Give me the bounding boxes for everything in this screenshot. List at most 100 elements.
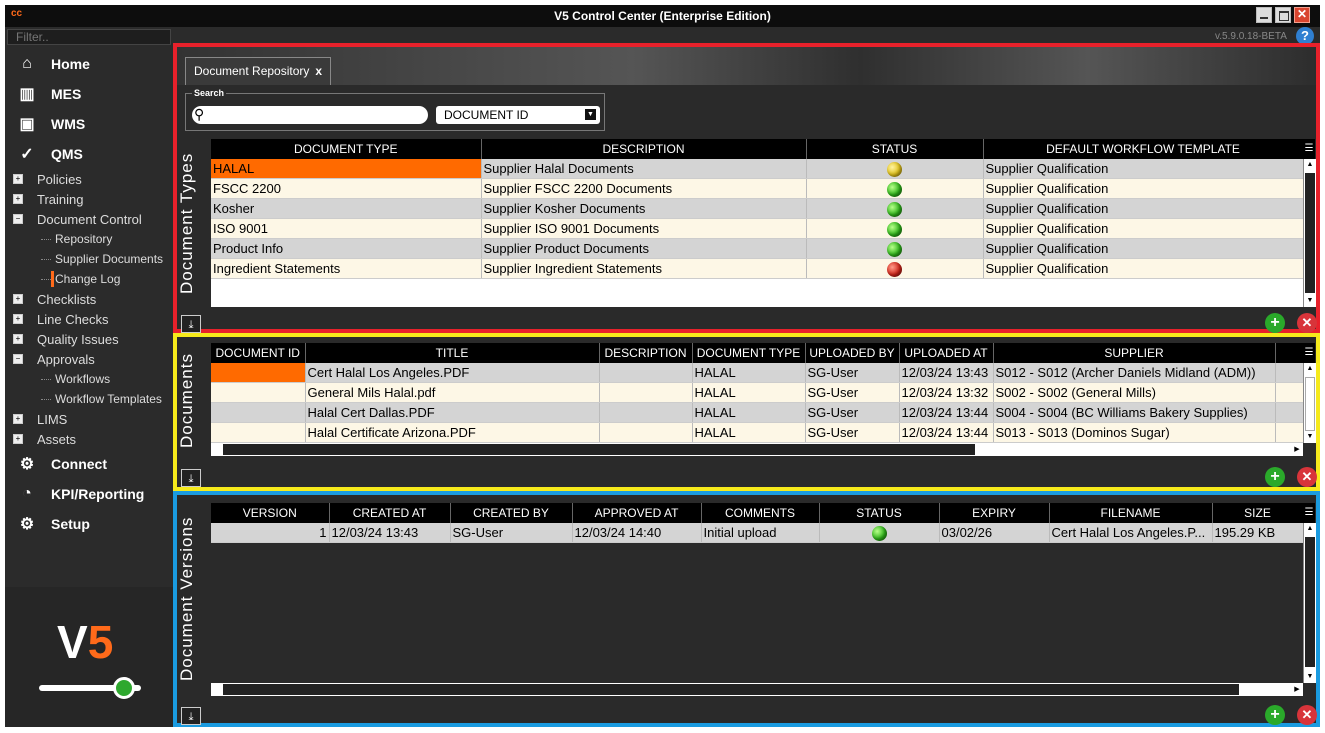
uploaded-at-cell[interactable]: 12/03/24 13:44 xyxy=(899,422,994,443)
filename-cell[interactable]: Cert Halal Los Angeles.P... xyxy=(1049,523,1213,543)
approved-at-cell[interactable]: 12/03/24 14:40 xyxy=(572,523,702,543)
maximize-button[interactable] xyxy=(1275,7,1291,23)
sidebar-item-connect[interactable]: ⚙ Connect xyxy=(5,449,173,479)
add-version-button[interactable]: + xyxy=(1265,705,1285,725)
column-header[interactable]: VERSION xyxy=(211,503,330,523)
add-document-button[interactable]: + xyxy=(1265,467,1285,487)
uploaded-by-cell[interactable]: SG-User xyxy=(805,382,900,403)
sidebar-item-assets[interactable]: + Assets xyxy=(5,429,173,449)
search-field-select[interactable]: DOCUMENT ID ▼ xyxy=(436,106,600,124)
sidebar-item-change-log[interactable]: Change Log xyxy=(5,269,173,289)
delete-document-type-button[interactable]: ✕ xyxy=(1297,313,1317,333)
table-row[interactable]: 1 12/03/24 13:43 SG-User 12/03/24 14:40 Init… xyxy=(211,523,1304,543)
workflow-template-cell[interactable]: Supplier Qualification xyxy=(983,198,1304,219)
delete-document-button[interactable]: ✕ xyxy=(1297,467,1317,487)
uploaded-at-cell[interactable]: 12/03/24 13:32 xyxy=(899,382,994,403)
add-document-type-button[interactable]: + xyxy=(1265,313,1285,333)
column-header[interactable]: DOCUMENT TYPE xyxy=(211,139,482,159)
scroll-down-icon[interactable]: ▼ xyxy=(1304,431,1316,443)
id-cell[interactable] xyxy=(211,402,306,423)
sidebar-item-policies[interactable]: + Policies xyxy=(5,169,173,189)
export-button[interactable]: ⤓ xyxy=(181,469,201,487)
description-cell[interactable]: Supplier Ingredient Statements xyxy=(481,258,807,279)
delete-version-button[interactable]: ✕ xyxy=(1297,705,1317,725)
collapse-icon[interactable]: − xyxy=(13,214,23,224)
column-chooser-icon[interactable]: ☰ xyxy=(1303,343,1315,363)
expand-icon[interactable]: + xyxy=(13,434,23,444)
uploaded-at-cell[interactable]: 12/03/24 13:43 xyxy=(899,363,994,383)
sidebar-item-quality-issues[interactable]: + Quality Issues xyxy=(5,329,173,349)
document-type-cell[interactable]: HALAL xyxy=(211,159,482,179)
document-type-cell[interactable]: Product Info xyxy=(211,238,482,259)
search-input[interactable] xyxy=(192,106,428,124)
column-header[interactable]: EXPIRY xyxy=(939,503,1050,523)
sidebar-item-supplier-documents[interactable]: Supplier Documents xyxy=(5,249,173,269)
vertical-scrollbar[interactable]: ▲ ▼ xyxy=(1303,523,1316,683)
created-at-cell[interactable]: 12/03/24 13:43 xyxy=(329,523,451,543)
table-row[interactable]: Kosher Supplier Kosher Documents Supplier … xyxy=(211,198,1304,219)
description-cell[interactable] xyxy=(599,402,693,423)
table-row[interactable]: Halal Cert Dallas.PDF HALAL SG-User 12/03/2… xyxy=(211,402,1304,423)
sidebar-item-mes[interactable]: ▥ MES xyxy=(5,79,173,109)
column-header[interactable]: CREATED BY xyxy=(450,503,573,523)
workflow-template-cell[interactable]: Supplier Qualification xyxy=(983,258,1304,279)
workflow-template-cell[interactable]: Supplier Qualification xyxy=(983,218,1304,239)
horizontal-scrollbar[interactable]: ◀ ▶ xyxy=(211,683,1303,696)
supplier-cell[interactable]: S013 - S013 (Dominos Sugar) xyxy=(993,422,1276,443)
sidebar-item-checklists[interactable]: + Checklists xyxy=(5,289,173,309)
size-cell[interactable]: 195.29 KB xyxy=(1212,523,1304,543)
workflow-template-cell[interactable]: Supplier Qualification xyxy=(983,238,1304,259)
vertical-scrollbar[interactable]: ▲ ▼ xyxy=(1303,363,1316,443)
sidebar-item-line-checks[interactable]: + Line Checks xyxy=(5,309,173,329)
column-header[interactable]: COMMENTS xyxy=(701,503,820,523)
scroll-up-icon[interactable]: ▲ xyxy=(1304,363,1316,375)
scroll-thumb[interactable] xyxy=(1305,377,1315,431)
minimize-button[interactable] xyxy=(1256,7,1272,23)
sidebar-item-repository[interactable]: Repository xyxy=(5,229,173,249)
document-type-cell[interactable]: Ingredient Statements xyxy=(211,258,482,279)
comments-cell[interactable]: Initial upload xyxy=(701,523,820,543)
workflow-template-cell[interactable]: Supplier Qualification xyxy=(983,178,1304,199)
column-header[interactable]: DEFAULT WORKFLOW TEMPLATE xyxy=(983,139,1304,159)
scroll-up-icon[interactable]: ▲ xyxy=(1304,523,1316,535)
column-header[interactable]: DOCUMENT ID xyxy=(211,343,306,363)
column-chooser-icon[interactable]: ☰ xyxy=(1303,139,1315,159)
table-row[interactable]: Cert Halal Los Angeles.PDF HALAL SG-User 12… xyxy=(211,363,1304,383)
title-cell[interactable]: Halal Cert Dallas.PDF xyxy=(305,402,600,423)
scroll-right-icon[interactable]: ▶ xyxy=(1291,683,1303,696)
id-cell[interactable] xyxy=(211,363,306,383)
expiry-cell[interactable]: 03/02/26 xyxy=(939,523,1050,543)
workflow-template-cell[interactable]: Supplier Qualification xyxy=(983,159,1304,179)
description-cell[interactable]: Supplier FSCC 2200 Documents xyxy=(481,178,807,199)
sidebar-item-document-control[interactable]: − Document Control xyxy=(5,209,173,229)
description-cell[interactable]: Supplier Kosher Documents xyxy=(481,198,807,219)
column-header[interactable]: DESCRIPTION xyxy=(481,139,807,159)
scroll-right-icon[interactable]: ▶ xyxy=(1291,443,1303,456)
table-row[interactable]: Product Info Supplier Product Documents Su… xyxy=(211,238,1304,259)
sidebar-item-workflow-templates[interactable]: Workflow Templates xyxy=(5,389,173,409)
type-cell[interactable]: HALAL xyxy=(692,363,806,383)
sidebar-item-lims[interactable]: + LIMS xyxy=(5,409,173,429)
column-header[interactable]: FILENAME xyxy=(1049,503,1213,523)
id-cell[interactable] xyxy=(211,382,306,403)
uploaded-by-cell[interactable]: SG-User xyxy=(805,402,900,423)
column-header[interactable]: STATUS xyxy=(819,503,940,523)
column-header[interactable]: DOCUMENT TYPE xyxy=(692,343,806,363)
table-row[interactable]: Halal Certificate Arizona.PDF HALAL SG-Use… xyxy=(211,422,1304,443)
expand-icon[interactable]: + xyxy=(13,174,23,184)
uploaded-by-cell[interactable]: SG-User xyxy=(805,422,900,443)
description-cell[interactable] xyxy=(599,363,693,383)
sidebar-item-kpi-reporting[interactable]: ◔ KPI/Reporting xyxy=(5,479,173,509)
scroll-thumb[interactable] xyxy=(223,444,975,455)
type-cell[interactable]: HALAL xyxy=(692,402,806,423)
scroll-thumb[interactable] xyxy=(1305,173,1315,293)
expand-icon[interactable]: + xyxy=(13,194,23,204)
scroll-left-icon[interactable]: ◀ xyxy=(211,443,223,456)
column-header[interactable]: DESCRIPTION xyxy=(599,343,693,363)
title-cell[interactable]: Cert Halal Los Angeles.PDF xyxy=(305,363,600,383)
supplier-cell[interactable]: S004 - S004 (BC Williams Bakery Supplies… xyxy=(993,402,1276,423)
scroll-down-icon[interactable]: ▼ xyxy=(1304,671,1316,683)
scroll-up-icon[interactable]: ▲ xyxy=(1304,159,1316,171)
type-cell[interactable]: HALAL xyxy=(692,422,806,443)
description-cell[interactable]: Supplier Halal Documents xyxy=(481,159,807,179)
